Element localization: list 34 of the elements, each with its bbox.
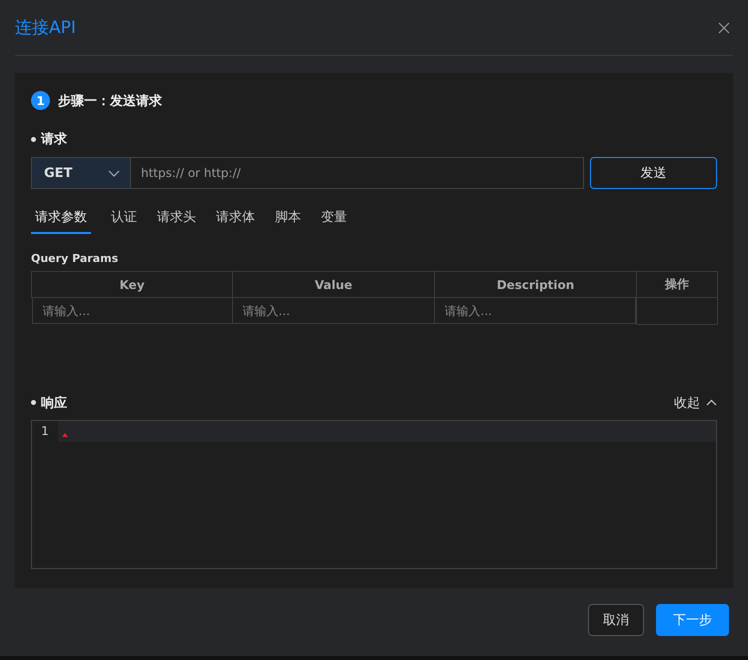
- tab[interactable]: 请求头: [157, 208, 196, 234]
- input-field[interactable]: 请输入...: [32, 298, 232, 324]
- collapse-button[interactable]: 收起: [674, 394, 717, 412]
- section-label: 请求: [41, 131, 67, 148]
- send-button[interactable]: 发送: [590, 157, 717, 189]
- tab[interactable]: 请求体: [216, 208, 255, 234]
- line-number: 1: [32, 420, 58, 442]
- input-field[interactable]: 请输入...: [434, 298, 636, 324]
- step-badge: 1: [31, 91, 50, 110]
- cursor-icon: [62, 433, 68, 437]
- bullet-icon: [31, 136, 36, 142]
- column-header: Key: [32, 272, 232, 298]
- column-header: 操作: [636, 272, 718, 298]
- tab[interactable]: 变量: [321, 208, 347, 234]
- code-editor[interactable]: 1: [31, 420, 717, 568]
- tab[interactable]: 请求参数: [31, 208, 91, 234]
- input-field[interactable]: 请输入...: [232, 298, 434, 324]
- tab[interactable]: 认证: [111, 208, 137, 234]
- bullet-icon: [31, 400, 36, 405]
- chevron-down-icon: [108, 170, 120, 176]
- column-header: Value: [232, 272, 434, 298]
- dialog-title: 连接API: [15, 17, 76, 39]
- next-button[interactable]: 下一步: [656, 604, 729, 636]
- column-header: Description: [434, 272, 636, 298]
- chevron-up-icon: [706, 399, 717, 406]
- cancel-button[interactable]: 取消: [588, 604, 644, 636]
- close-icon: [718, 22, 730, 34]
- table-title: Query Params: [31, 252, 120, 265]
- tab[interactable]: 脚本: [275, 208, 301, 234]
- method-dropdown[interactable]: GET: [31, 157, 131, 189]
- url-field[interactable]: https:// or http://: [131, 157, 584, 189]
- section-label: 响应: [41, 394, 67, 412]
- step-title: 步骤一：发送请求: [58, 92, 162, 110]
- close-button[interactable]: [718, 22, 730, 34]
